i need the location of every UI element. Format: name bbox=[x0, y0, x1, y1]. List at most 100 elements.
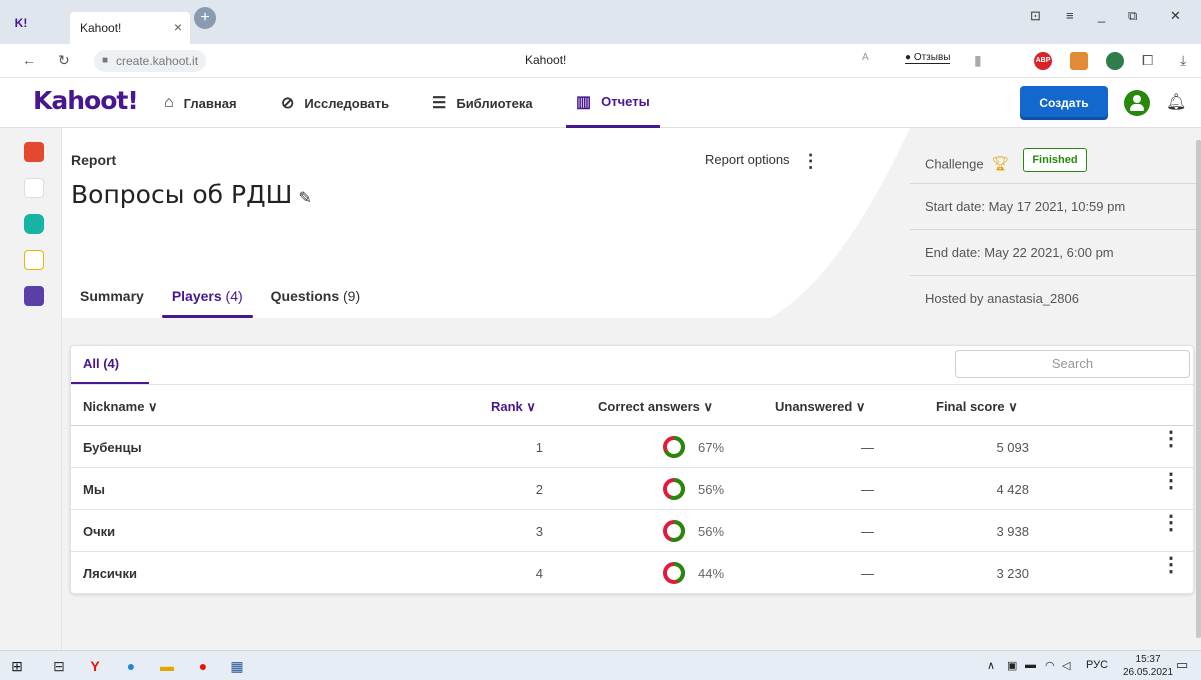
table-row[interactable]: Лясички 4 44% — 3 230 ⋮ bbox=[71, 552, 1193, 594]
player-nickname: Бубенцы bbox=[83, 440, 142, 455]
hosted-by: Hosted by anastasia_2806 bbox=[910, 276, 1196, 322]
minimize-icon[interactable]: _ bbox=[1098, 8, 1105, 23]
browser-tab-kahoot[interactable]: Kahoot! × bbox=[70, 12, 190, 44]
tab-questions-count: (9) bbox=[343, 288, 361, 304]
notifications-icon[interactable]: ▭ bbox=[1176, 657, 1188, 673]
row-kebab-icon[interactable]: ⋮ bbox=[1161, 513, 1181, 533]
table-row[interactable]: Очки 3 56% — 3 938 ⋮ bbox=[71, 510, 1193, 552]
tab-questions[interactable]: Questions (9) bbox=[271, 288, 360, 318]
extension-fox-icon[interactable] bbox=[1070, 52, 1088, 70]
bell-icon[interactable]: 🔔︎ bbox=[1166, 92, 1186, 112]
header-correct[interactable]: Correct answers ∨ bbox=[598, 399, 713, 415]
compass-icon: ⊘ bbox=[281, 95, 295, 112]
header-final-score[interactable]: Final score ∨ bbox=[936, 399, 1018, 415]
nav-reports-label: Отчеты bbox=[601, 94, 650, 109]
pencil-icon[interactable]: ✎ bbox=[298, 188, 311, 207]
bookmark-icon[interactable]: ▮ bbox=[974, 52, 982, 69]
player-score: 4 428 bbox=[996, 482, 1029, 497]
row-kebab-icon[interactable]: ⋮ bbox=[1161, 471, 1181, 491]
nav-reports[interactable]: ▥ Отчеты bbox=[566, 78, 660, 128]
kahoot-logo[interactable]: Kahoot! bbox=[33, 86, 139, 115]
close-window-icon[interactable]: ✕ bbox=[1170, 8, 1181, 24]
app-monster-icon[interactable] bbox=[24, 286, 44, 306]
end-date: End date: May 22 2021, 6:00 pm bbox=[910, 230, 1196, 276]
tray-battery-icon[interactable]: ▬ bbox=[1025, 659, 1036, 671]
nav-discover-label: Исследовать bbox=[304, 95, 390, 111]
app-chat-icon[interactable] bbox=[24, 214, 44, 234]
reload-icon[interactable]: ↻ bbox=[58, 52, 70, 69]
challenge-row: Challenge 🏆︎ Finished bbox=[910, 138, 1196, 184]
task-view-icon[interactable]: ⊟ bbox=[50, 657, 68, 675]
player-score: 5 093 bbox=[996, 440, 1029, 455]
window-pin-icon[interactable]: ⊡ bbox=[1030, 8, 1041, 24]
clock-date: 26.05.2021 bbox=[1123, 667, 1174, 678]
search-input[interactable]: Search bbox=[955, 350, 1190, 378]
tray-wifi-icon[interactable]: ◠ bbox=[1045, 659, 1055, 672]
app-header: Kahoot! ⌂ Главная ⊘ Исследовать ☰ Библио… bbox=[0, 78, 1201, 128]
browser-menu-icon[interactable]: ≡ bbox=[1066, 8, 1074, 23]
tab-summary[interactable]: Summary bbox=[80, 288, 144, 318]
report-title-text: Вопросы об РДШ bbox=[71, 180, 293, 209]
tray-network-icon[interactable]: ▣ bbox=[1007, 659, 1017, 672]
player-unanswered: — bbox=[861, 440, 874, 455]
nav-home-label: Главная bbox=[183, 95, 237, 111]
avatar[interactable] bbox=[1124, 90, 1150, 116]
player-correct: 67% bbox=[698, 440, 725, 455]
player-unanswered: — bbox=[861, 566, 874, 581]
correct-donut bbox=[663, 520, 685, 542]
tab-players[interactable]: Players (4) bbox=[161, 288, 253, 318]
player-rank: 1 bbox=[535, 440, 543, 455]
translate-icon[interactable]: A bbox=[862, 52, 869, 63]
tab-players-label: Players bbox=[171, 288, 222, 304]
app-pinwheel-icon[interactable] bbox=[24, 178, 44, 198]
nav-home[interactable]: ⌂ Главная bbox=[164, 78, 237, 128]
restore-icon[interactable]: ⧉ bbox=[1128, 8, 1137, 24]
correct-donut bbox=[663, 562, 685, 584]
page-scrollbar[interactable] bbox=[1196, 140, 1201, 638]
yandex-browser-icon[interactable]: Y bbox=[86, 657, 104, 675]
file-explorer-icon[interactable]: ▬ bbox=[158, 657, 176, 675]
report-tabs: Summary Players (4) Questions (9) bbox=[80, 288, 388, 318]
create-button[interactable]: Создать bbox=[1020, 86, 1108, 120]
yandex-icon[interactable]: ● bbox=[194, 657, 212, 675]
tray-clock[interactable]: 15:37 26.05.2021 bbox=[1123, 653, 1173, 679]
windows-start-icon[interactable]: ⊞ bbox=[8, 657, 26, 675]
header-rank[interactable]: Rank ∨ bbox=[491, 399, 536, 415]
extension-puzzle-icon[interactable]: ⧠ bbox=[1142, 52, 1153, 69]
player-nickname: Очки bbox=[83, 524, 116, 539]
home-icon: ⌂ bbox=[164, 94, 174, 111]
table-row[interactable]: Мы 2 56% — 4 428 ⋮ bbox=[71, 468, 1193, 510]
row-kebab-icon[interactable]: ⋮ bbox=[1161, 429, 1181, 449]
adblock-icon[interactable]: ABP bbox=[1034, 52, 1052, 70]
correct-donut bbox=[663, 478, 685, 500]
app-drops-icon[interactable] bbox=[24, 142, 44, 162]
tray-language[interactable]: РУС bbox=[1086, 659, 1108, 671]
reviews-link[interactable]: ● Отзывы bbox=[905, 52, 951, 64]
player-correct: 56% bbox=[698, 524, 725, 539]
tray-chevron-icon[interactable]: ∧ bbox=[987, 659, 995, 672]
address-bar: ← ↻ ■ create.kahoot.it Kahoot! A ● Отзыв… bbox=[0, 44, 1201, 78]
row-kebab-icon[interactable]: ⋮ bbox=[1161, 555, 1181, 575]
start-date: Start date: May 17 2021, 10:59 pm bbox=[910, 184, 1196, 230]
tray-volume-icon[interactable]: ◁ bbox=[1062, 659, 1070, 672]
edge-icon[interactable]: ● bbox=[122, 657, 140, 675]
end-date-text: End date: May 22 2021, 6:00 pm bbox=[925, 245, 1114, 260]
word-icon[interactable]: ▦ bbox=[228, 657, 246, 675]
report-title: Вопросы об РДШ ✎ bbox=[71, 180, 312, 209]
new-tab-button[interactable]: + bbox=[194, 7, 216, 29]
table-row[interactable]: Бубенцы 1 67% — 5 093 ⋮ bbox=[71, 426, 1193, 468]
report-info-panel: Challenge 🏆︎ Finished Start date: May 17 2… bbox=[910, 128, 1201, 318]
close-tab-icon[interactable]: × bbox=[174, 19, 182, 35]
header-unanswered[interactable]: Unanswered ∨ bbox=[775, 399, 865, 415]
app-w-icon[interactable] bbox=[24, 250, 44, 270]
back-arrow-icon[interactable]: ← bbox=[22, 52, 36, 68]
url-field[interactable]: ■ create.kahoot.it bbox=[94, 50, 207, 72]
browser-tabstrip: K! Kahoot! × + ⊡ ≡ _ ⧉ ✕ bbox=[0, 0, 1201, 44]
filter-tab-all[interactable]: All (4) bbox=[83, 356, 119, 371]
nav-library[interactable]: ☰ Библиотека bbox=[432, 78, 533, 128]
extension-shield-icon[interactable] bbox=[1106, 52, 1124, 70]
nav-discover[interactable]: ⊘ Исследовать bbox=[281, 78, 389, 128]
header-nickname[interactable]: Nickname ∨ bbox=[83, 399, 158, 415]
hosted-by-text: Hosted by anastasia_2806 bbox=[925, 291, 1079, 306]
download-icon[interactable]: ⤓ bbox=[1180, 52, 1186, 69]
